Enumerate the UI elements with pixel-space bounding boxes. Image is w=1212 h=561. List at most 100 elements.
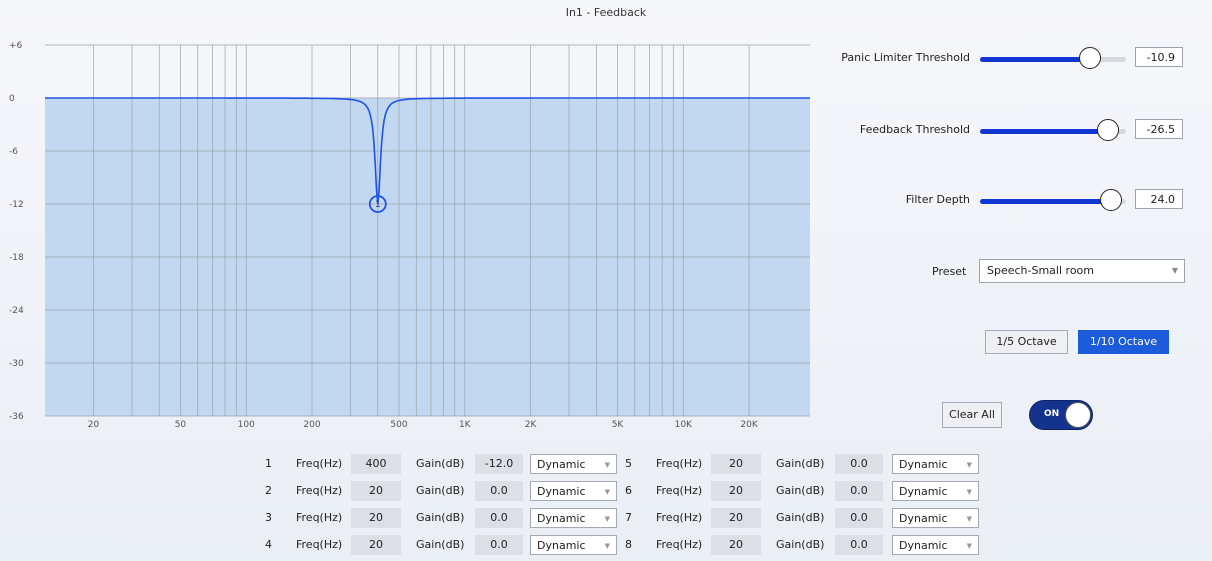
filter-6-gain-label: Gain(dB) xyxy=(776,484,825,497)
filter-6-freq-field[interactable]: 20 xyxy=(711,481,761,501)
filter-1-mode-value: Dynamic xyxy=(537,458,586,471)
filter-7-freq-field[interactable]: 20 xyxy=(711,508,761,528)
filter-7-mode-select[interactable]: Dynamic ▼ xyxy=(892,508,979,528)
filter-5-mode-value: Dynamic xyxy=(899,458,948,471)
y-tick-label: -18 xyxy=(9,253,24,263)
filter-2-index: 2 xyxy=(265,484,272,497)
filter-6-mode-value: Dynamic xyxy=(899,485,948,498)
y-tick-label: -12 xyxy=(9,200,24,210)
filter-2-freq-field[interactable]: 20 xyxy=(351,481,401,501)
x-tick-label: 1K xyxy=(459,420,472,430)
panic-limiter-slider[interactable] xyxy=(980,47,1126,69)
toggle-knob xyxy=(1065,402,1091,428)
filter-depth-slider[interactable] xyxy=(980,189,1126,211)
filter-2-freq-label: Freq(Hz) xyxy=(296,484,343,497)
x-tick-label: 10K xyxy=(675,420,693,430)
filter-depth-value[interactable]: 24.0 xyxy=(1135,189,1183,209)
filter-3-mode-value: Dynamic xyxy=(537,512,586,525)
feedback-threshold-value[interactable]: -26.5 xyxy=(1135,119,1183,139)
filter-7-mode-value: Dynamic xyxy=(899,512,948,525)
y-tick-label: -36 xyxy=(9,412,24,422)
chevron-down-icon: ▼ xyxy=(1171,266,1178,275)
filter-1-mode-select[interactable]: Dynamic ▼ xyxy=(530,454,617,474)
filter-8-index: 8 xyxy=(625,538,632,551)
filter-4-mode-value: Dynamic xyxy=(537,539,586,552)
filter-1-gain-label: Gain(dB) xyxy=(416,457,465,470)
window-title: In1 - Feedback xyxy=(565,6,647,19)
filter-3-gain-label: Gain(dB) xyxy=(416,511,465,524)
filter-6-gain-field[interactable]: 0.0 xyxy=(835,481,883,501)
y-tick-label: -6 xyxy=(9,147,18,157)
feedback-threshold-label: Feedback Threshold xyxy=(859,123,970,136)
tenth-octave-button[interactable]: 1/10 Octave xyxy=(1078,330,1169,354)
eq-response-graph[interactable]: +6 0 -6 -12 -18 -24 -30 -36 20 50 100 200 500 1K 2K 5K… xyxy=(0,30,815,430)
chevron-down-icon: ▼ xyxy=(604,488,610,496)
clear-all-button[interactable]: Clear All xyxy=(942,402,1002,428)
filter-2-mode-select[interactable]: Dynamic ▼ xyxy=(530,481,617,501)
filter-8-mode-value: Dynamic xyxy=(899,539,948,552)
feedback-threshold-slider-thumb[interactable] xyxy=(1097,119,1120,141)
filter-4-index: 4 xyxy=(265,538,272,551)
x-tick-label: 100 xyxy=(238,420,255,430)
feedback-threshold-slider-fill xyxy=(980,129,1109,134)
preset-label: Preset xyxy=(932,265,967,278)
filter-3-gain-field[interactable]: 0.0 xyxy=(475,508,523,528)
filter-6-mode-select[interactable]: Dynamic ▼ xyxy=(892,481,979,501)
filter-4-freq-field[interactable]: 20 xyxy=(351,535,401,555)
chevron-down-icon: ▼ xyxy=(966,488,972,496)
filter-3-freq-field[interactable]: 20 xyxy=(351,508,401,528)
feedback-enable-toggle[interactable]: ON xyxy=(1029,400,1093,430)
x-tick-label: 20 xyxy=(88,420,100,430)
x-tick-label: 5K xyxy=(612,420,625,430)
filter-depth-slider-thumb[interactable] xyxy=(1100,189,1123,211)
filter-3-freq-label: Freq(Hz) xyxy=(296,511,343,524)
filter-4-gain-field[interactable]: 0.0 xyxy=(475,535,523,555)
x-tick-label: 200 xyxy=(303,420,320,430)
filter-8-gain-label: Gain(dB) xyxy=(776,538,825,551)
filter-5-index: 5 xyxy=(625,457,632,470)
filter-8-gain-field[interactable]: 0.0 xyxy=(835,535,883,555)
filter-1-gain-field[interactable]: -12.0 xyxy=(475,454,523,474)
filter-3-index: 3 xyxy=(265,511,272,524)
filter-8-freq-field[interactable]: 20 xyxy=(711,535,761,555)
filter-1-index: 1 xyxy=(265,457,272,470)
x-tick-label: 20K xyxy=(740,420,758,430)
filter-5-mode-select[interactable]: Dynamic ▼ xyxy=(892,454,979,474)
x-tick-label: 2K xyxy=(525,420,538,430)
filter-7-gain-field[interactable]: 0.0 xyxy=(835,508,883,528)
y-tick-label: +6 xyxy=(9,41,23,51)
filter-6-freq-label: Freq(Hz) xyxy=(656,484,703,497)
panic-limiter-slider-fill xyxy=(980,57,1090,62)
preset-select[interactable]: Speech-Small room ▼ xyxy=(979,259,1185,283)
filter-5-gain-field[interactable]: 0.0 xyxy=(835,454,883,474)
filter-5-freq-field[interactable]: 20 xyxy=(711,454,761,474)
filter-1-freq-field[interactable]: 400 xyxy=(351,454,401,474)
filter-7-gain-label: Gain(dB) xyxy=(776,511,825,524)
fifth-octave-button[interactable]: 1/5 Octave xyxy=(985,330,1068,354)
filter-1-freq-label: Freq(Hz) xyxy=(296,457,343,470)
chevron-down-icon: ▼ xyxy=(966,461,972,469)
filter-7-index: 7 xyxy=(625,511,632,524)
chevron-down-icon: ▼ xyxy=(604,542,610,550)
filter-depth-slider-fill xyxy=(980,199,1112,204)
chevron-down-icon: ▼ xyxy=(604,461,610,469)
filter-3-mode-select[interactable]: Dynamic ▼ xyxy=(530,508,617,528)
feedback-threshold-slider[interactable] xyxy=(980,119,1126,141)
toggle-state-label: ON xyxy=(1044,409,1060,419)
x-tick-label: 50 xyxy=(175,420,187,430)
filter-8-freq-label: Freq(Hz) xyxy=(656,538,703,551)
preset-selected-value: Speech-Small room xyxy=(987,264,1094,277)
x-tick-label: 500 xyxy=(390,420,407,430)
panic-limiter-value[interactable]: -10.9 xyxy=(1135,47,1183,67)
filter-8-mode-select[interactable]: Dynamic ▼ xyxy=(892,535,979,555)
filter-4-mode-select[interactable]: Dynamic ▼ xyxy=(530,535,617,555)
panic-limiter-slider-thumb[interactable] xyxy=(1078,47,1101,69)
filter-2-mode-value: Dynamic xyxy=(537,485,586,498)
filter-depth-label: Filter Depth xyxy=(905,193,970,206)
filter-2-gain-field[interactable]: 0.0 xyxy=(475,481,523,501)
chevron-down-icon: ▼ xyxy=(966,515,972,523)
filter-6-index: 6 xyxy=(625,484,632,497)
filter-4-gain-label: Gain(dB) xyxy=(416,538,465,551)
y-tick-label: -24 xyxy=(9,306,24,316)
filter-4-freq-label: Freq(Hz) xyxy=(296,538,343,551)
